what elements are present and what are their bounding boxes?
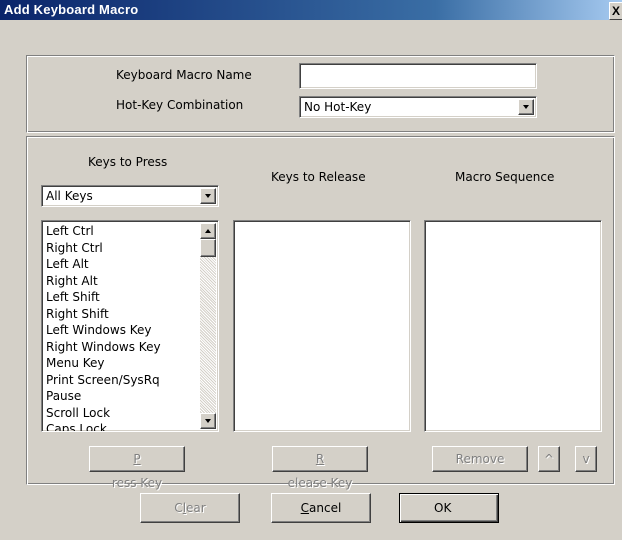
list-item[interactable]: Right Shift xyxy=(46,306,161,323)
cancel-accel: C xyxy=(300,501,310,515)
release-key-button[interactable]: Release Key xyxy=(272,446,368,490)
chevron-down-icon xyxy=(523,105,529,109)
cancel-label: Cancel xyxy=(272,494,370,522)
press-key-accel: P xyxy=(133,452,141,466)
ok-button[interactable]: OK xyxy=(399,493,499,523)
scroll-thumb[interactable] xyxy=(200,239,216,257)
macro-sequence-list[interactable] xyxy=(424,220,602,432)
release-key-label: Release Key xyxy=(273,447,367,495)
list-item[interactable]: Left Alt xyxy=(46,256,161,273)
macro-sequence-header: Macro Sequence xyxy=(455,170,555,184)
keys-to-press-list[interactable]: Left Ctrl Right Ctrl Left Alt Right Alt Left… xyxy=(41,220,219,432)
hotkey-label: Hot-Key Combination xyxy=(116,98,244,112)
key-filter-select[interactable]: All Keys xyxy=(41,185,219,207)
release-key-accel: R xyxy=(315,452,325,466)
list-item[interactable]: Scroll Lock xyxy=(46,405,161,422)
list-item[interactable]: Left Windows Key xyxy=(46,322,161,339)
chevron-up-icon xyxy=(205,229,211,233)
move-down-button[interactable]: v xyxy=(575,446,597,472)
keys-to-release-list[interactable] xyxy=(233,220,411,432)
remove-label: Remove xyxy=(455,452,505,466)
clear-rest: ear xyxy=(186,501,206,515)
list-item[interactable]: Right Windows Key xyxy=(46,339,161,356)
hotkey-select[interactable]: No Hot-Key xyxy=(299,96,537,118)
list-item[interactable]: Pause xyxy=(46,388,161,405)
list-item[interactable]: Left Shift xyxy=(46,289,161,306)
list-item[interactable]: Print Screen/SysRq xyxy=(46,372,161,389)
list-item[interactable]: Caps Lock xyxy=(46,421,161,431)
hotkey-dropdown-button[interactable] xyxy=(518,99,534,115)
press-key-rest: ress Key xyxy=(111,476,163,490)
close-button[interactable]: X xyxy=(609,2,622,20)
ok-label: OK xyxy=(434,501,452,515)
scroll-up-button[interactable] xyxy=(200,223,216,239)
close-icon: X xyxy=(611,4,620,18)
clear-label: Clear xyxy=(141,494,239,522)
cancel-rest: ancel xyxy=(309,501,342,515)
keys-to-press-header: Keys to Press xyxy=(88,155,168,169)
release-key-rest: elease Key xyxy=(287,476,353,490)
move-down-label: v xyxy=(582,452,590,466)
macro-name-input[interactable] xyxy=(300,64,536,88)
hotkey-selected-value: No Hot-Key xyxy=(304,100,372,114)
move-up-label: ^ xyxy=(543,452,555,466)
cancel-button[interactable]: Cancel xyxy=(271,493,371,523)
keys-to-press-items: Left Ctrl Right Ctrl Left Alt Right Alt Left… xyxy=(46,223,161,431)
chevron-down-icon xyxy=(205,419,211,423)
title-bar: Add Keyboard Macro X xyxy=(0,0,622,20)
press-key-label: Press Key xyxy=(90,447,184,495)
list-item[interactable]: Menu Key xyxy=(46,355,161,372)
remove-button[interactable]: Remove xyxy=(432,446,528,472)
chevron-down-icon xyxy=(205,194,211,198)
move-up-button[interactable]: ^ xyxy=(538,446,560,472)
keys-to-press-scrollbar[interactable] xyxy=(200,223,216,429)
list-item[interactable]: Left Ctrl xyxy=(46,223,161,240)
macro-name-label: Keyboard Macro Name xyxy=(116,68,252,82)
clear-button[interactable]: Clear xyxy=(140,493,240,523)
key-filter-dropdown-button[interactable] xyxy=(200,188,216,204)
list-item[interactable]: Right Ctrl xyxy=(46,240,161,257)
keys-to-release-header: Keys to Release xyxy=(271,170,366,184)
list-item[interactable]: Right Alt xyxy=(46,273,161,290)
key-filter-selected-value: All Keys xyxy=(46,189,93,203)
macro-name-field[interactable] xyxy=(299,63,537,89)
scroll-down-button[interactable] xyxy=(200,413,216,429)
clear-pre: C xyxy=(174,501,183,515)
press-key-button[interactable]: Press Key xyxy=(89,446,185,490)
window-title: Add Keyboard Macro xyxy=(4,2,139,17)
